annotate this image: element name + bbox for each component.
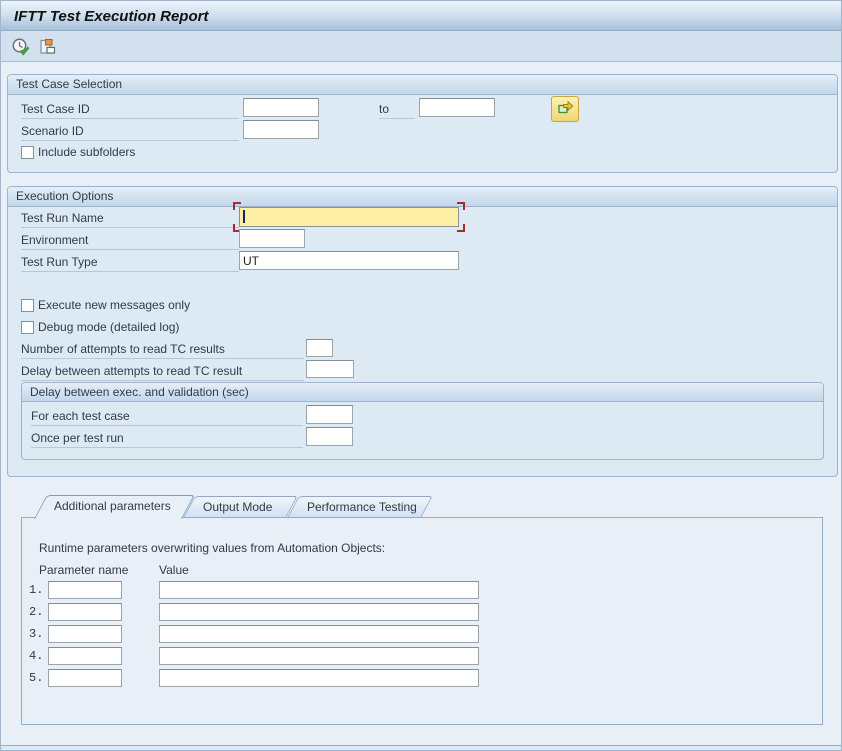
environment-label: Environment bbox=[21, 231, 239, 250]
execute-new-messages-checkbox[interactable] bbox=[21, 299, 34, 312]
execute-button[interactable] bbox=[9, 38, 33, 59]
row-index: 4. bbox=[29, 649, 43, 664]
tab-performance-testing[interactable]: Performance Testing bbox=[287, 496, 421, 518]
scenario-id-label: Scenario ID bbox=[21, 122, 239, 141]
to-label: to bbox=[379, 100, 415, 119]
focus-corner bbox=[457, 224, 465, 232]
test-case-id-label: Test Case ID bbox=[21, 100, 239, 119]
parameter-value-input-3[interactable] bbox=[159, 625, 479, 643]
parameter-value-input-4[interactable] bbox=[159, 647, 479, 665]
environment-input[interactable] bbox=[239, 229, 305, 248]
include-subfolders-checkbox[interactable] bbox=[21, 146, 34, 159]
parameter-name-header: Parameter name bbox=[39, 563, 128, 578]
value-header: Value bbox=[159, 563, 189, 578]
row-index: 3. bbox=[29, 627, 43, 642]
row-index: 1. bbox=[29, 583, 43, 598]
tab-label: Performance Testing bbox=[287, 496, 421, 518]
get-variant-button[interactable] bbox=[35, 38, 59, 59]
focus-corner bbox=[233, 202, 241, 210]
test-run-type-input[interactable] bbox=[239, 251, 459, 270]
parameter-name-input-2[interactable] bbox=[48, 603, 122, 621]
page-title: IFTT Test Execution Report bbox=[1, 2, 841, 25]
test-case-id-to-input[interactable] bbox=[419, 98, 495, 117]
test-case-id-from-input[interactable] bbox=[243, 98, 319, 117]
execute-icon bbox=[11, 37, 31, 60]
tab-additional-parameters[interactable]: Additional parameters bbox=[34, 495, 182, 519]
application-toolbar bbox=[1, 31, 841, 62]
parameter-name-input-3[interactable] bbox=[48, 625, 122, 643]
delay-attempts-input[interactable] bbox=[306, 360, 354, 378]
tab-output-mode[interactable]: Output Mode bbox=[183, 496, 286, 518]
once-per-test-run-input[interactable] bbox=[306, 427, 353, 446]
include-subfolders-label: Include subfolders bbox=[38, 145, 135, 160]
parameter-name-input-5[interactable] bbox=[48, 669, 122, 687]
attempts-label: Number of attempts to read TC results bbox=[21, 340, 304, 359]
delay-attempts-label: Delay between attempts to read TC result bbox=[21, 362, 304, 381]
for-each-test-case-label: For each test case bbox=[31, 407, 303, 426]
group-delay-validation-title: Delay between exec. and validation (sec) bbox=[22, 383, 823, 402]
execute-new-messages-label: Execute new messages only bbox=[38, 298, 190, 313]
parameter-value-input-1[interactable] bbox=[159, 581, 479, 599]
test-run-type-label: Test Run Type bbox=[21, 253, 239, 272]
scenario-id-input[interactable] bbox=[243, 120, 319, 139]
debug-mode-label: Debug mode (detailed log) bbox=[38, 320, 179, 335]
window-bottom-edge bbox=[1, 745, 841, 750]
group-test-case-selection-title: Test Case Selection bbox=[8, 75, 837, 95]
parameter-value-input-2[interactable] bbox=[159, 603, 479, 621]
tab-label: Additional parameters bbox=[34, 495, 182, 517]
row-index: 5. bbox=[29, 671, 43, 686]
once-per-test-run-label: Once per test run bbox=[31, 429, 303, 448]
attempts-input[interactable] bbox=[306, 339, 333, 357]
row-index: 2. bbox=[29, 605, 43, 620]
parameter-value-input-5[interactable] bbox=[159, 669, 479, 687]
multiple-selection-icon bbox=[557, 99, 574, 119]
tab-label: Output Mode bbox=[183, 496, 286, 518]
text-cursor bbox=[243, 210, 245, 223]
get-variant-icon bbox=[37, 37, 57, 60]
debug-mode-checkbox[interactable] bbox=[21, 321, 34, 334]
test-run-name-field bbox=[239, 207, 459, 227]
parameter-name-input-4[interactable] bbox=[48, 647, 122, 665]
parameter-name-input-1[interactable] bbox=[48, 581, 122, 599]
group-execution-options-title: Execution Options bbox=[8, 187, 837, 207]
title-bar: IFTT Test Execution Report bbox=[1, 2, 841, 31]
test-run-name-label: Test Run Name bbox=[21, 209, 239, 228]
sap-window: IFTT Test Execution Report Test Case Sel… bbox=[0, 0, 842, 751]
test-run-name-input[interactable] bbox=[239, 207, 459, 227]
for-each-test-case-input[interactable] bbox=[306, 405, 353, 424]
multiple-selection-button[interactable] bbox=[551, 96, 579, 122]
focus-corner bbox=[457, 202, 465, 210]
runtime-parameters-intro: Runtime parameters overwriting values fr… bbox=[39, 541, 385, 556]
